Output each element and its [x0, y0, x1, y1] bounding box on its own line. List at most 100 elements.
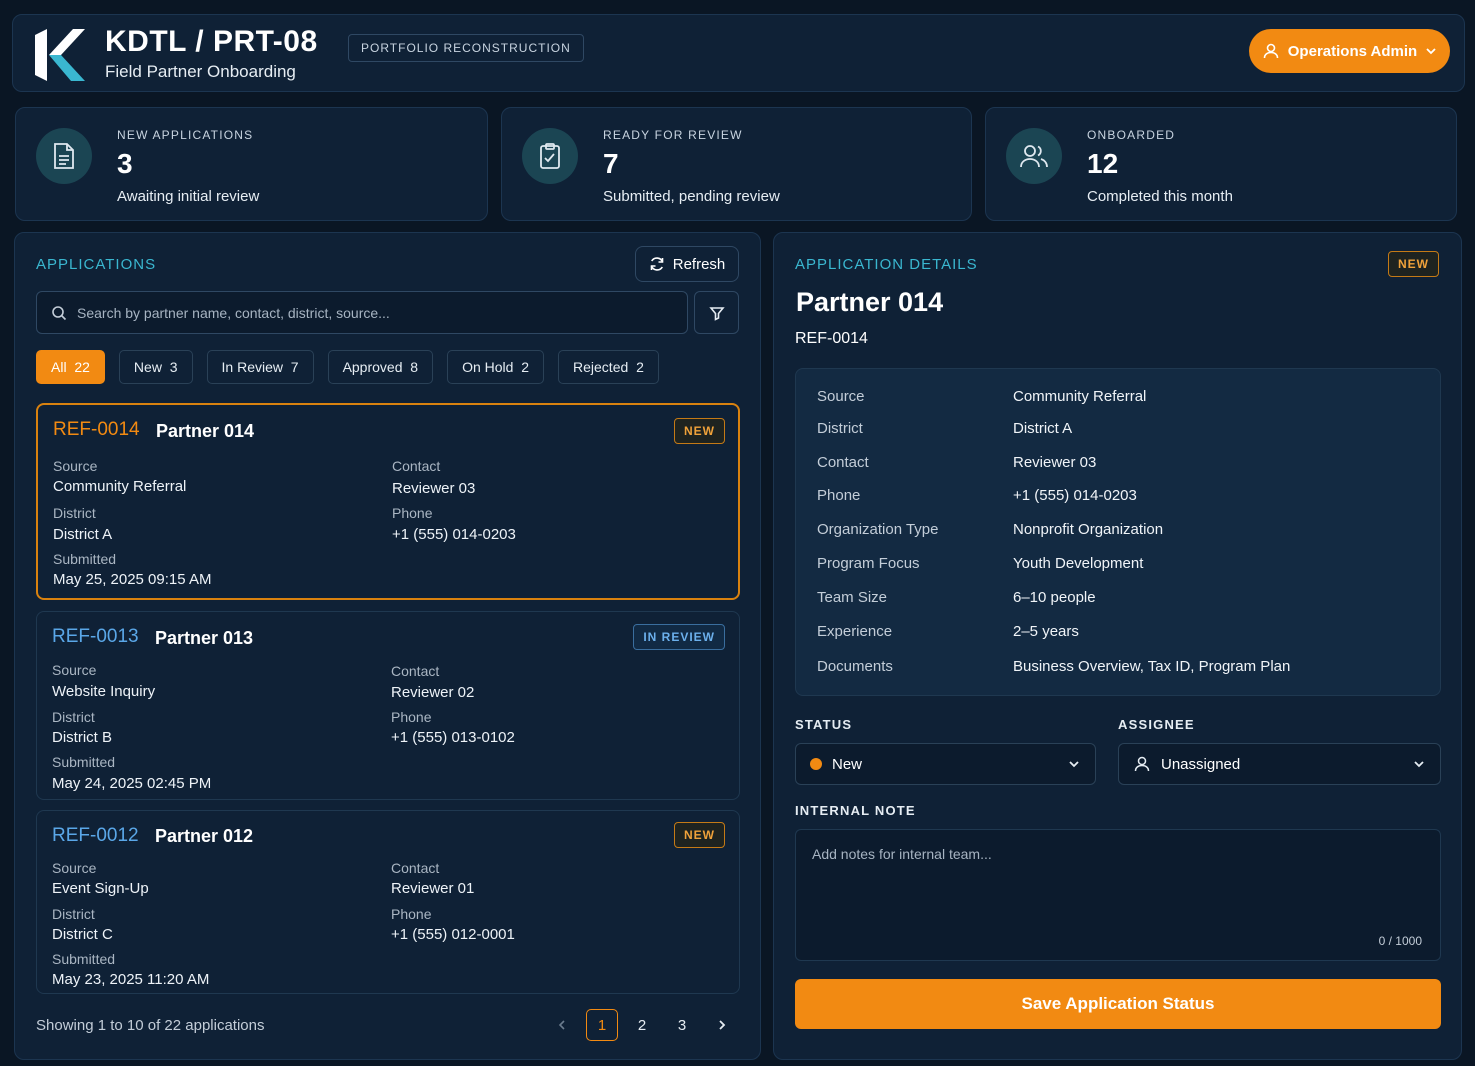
application-ref: REF-0013	[52, 626, 139, 647]
field-label: Submitted	[52, 951, 116, 967]
user-icon	[1134, 756, 1150, 772]
filter-chip-all[interactable]: All 22	[36, 350, 105, 384]
application-card[interactable]: REF-0014 Partner 014 NEW Source Communit…	[36, 403, 740, 600]
partner-name: Partner 014	[796, 287, 944, 317]
status-badge: NEW	[674, 822, 725, 848]
stat-label: NEW APPLICATIONS	[117, 128, 254, 142]
applications-panel: APPLICATIONS Refresh All 22 New 3 In Rev…	[14, 232, 761, 1060]
status-badge: IN REVIEW	[633, 624, 725, 650]
search-icon	[52, 305, 67, 320]
internal-note-textarea[interactable]	[796, 830, 1440, 960]
application-ref: REF-0014	[53, 419, 140, 440]
character-counter: 0 / 1000	[1378, 934, 1422, 948]
stat-value: 7	[603, 148, 619, 179]
stat-description: Completed this month	[1087, 188, 1233, 205]
internal-note-label: INTERNAL NOTE	[795, 803, 916, 818]
page-button-2[interactable]: 2	[626, 1009, 658, 1041]
field-value: Reviewer 01	[391, 880, 475, 897]
field-label: Source	[52, 860, 97, 876]
chevron-down-icon	[1414, 761, 1424, 768]
stat-label: ONBOARDED	[1087, 128, 1176, 142]
partner-ref: REF-0014	[795, 330, 868, 347]
app-subtitle: Field Partner Onboarding	[105, 62, 296, 81]
project-tag: PORTFOLIO RECONSTRUCTION	[348, 34, 584, 62]
filter-chip-on-hold[interactable]: On Hold 2	[447, 350, 545, 384]
status-select[interactable]: New	[795, 743, 1096, 785]
field-value: +1 (555) 013-0102	[391, 729, 515, 746]
status-badge: NEW	[674, 418, 725, 444]
search-box[interactable]	[36, 291, 688, 334]
app-title: KDTL / PRT-08	[105, 25, 318, 58]
search-input[interactable]	[77, 304, 657, 321]
status-select-value: New	[832, 755, 863, 773]
stat-description: Awaiting initial review	[117, 188, 260, 205]
filter-button[interactable]	[694, 291, 739, 334]
assignee-select[interactable]: Unassigned	[1118, 743, 1441, 785]
document-icon	[36, 128, 92, 184]
refresh-button[interactable]: Refresh	[635, 246, 739, 282]
users-icon	[1006, 128, 1062, 184]
status-dot-icon	[810, 758, 822, 770]
assignee-select-value: Unassigned	[1161, 755, 1241, 773]
field-value: Community Referral	[53, 478, 187, 495]
application-card[interactable]: REF-0012 Partner 012 NEW Source Event Si…	[36, 810, 740, 994]
stat-card-new: NEW APPLICATIONS 3 Awaiting initial revi…	[15, 107, 488, 221]
user-icon	[1263, 43, 1279, 59]
details-title: APPLICATION DETAILS	[795, 256, 978, 273]
filter-chip-approved[interactable]: Approved 8	[327, 350, 434, 384]
application-details-panel: APPLICATION DETAILS NEW Partner 014 REF-…	[773, 232, 1462, 1060]
stat-card-review: READY FOR REVIEW 7 Submitted, pending re…	[501, 107, 972, 221]
filter-chip-in-review[interactable]: In Review 7	[206, 350, 314, 384]
field-value: District C	[52, 926, 113, 943]
field-value: Reviewer 03	[392, 480, 476, 497]
status-badge: NEW	[1388, 251, 1439, 277]
page-button-3[interactable]: 3	[666, 1009, 698, 1041]
field-value: +1 (555) 012-0001	[391, 926, 515, 943]
stat-card-onboarded: ONBOARDED 12 Completed this month	[985, 107, 1457, 221]
field-label: Contact	[391, 860, 440, 876]
save-application-status-button[interactable]: Save Application Status	[795, 979, 1441, 1029]
refresh-label: Refresh	[672, 255, 726, 273]
stat-value: 3	[117, 148, 133, 179]
field-label: Source	[52, 662, 97, 678]
page-button-1[interactable]: 1	[586, 1009, 618, 1041]
field-value: +1 (555) 014-0203	[392, 526, 516, 543]
status-filter-tabs: All 22 New 3 In Review 7 Approved 8 On H…	[36, 350, 659, 384]
user-menu-button[interactable]: Operations Admin	[1249, 29, 1450, 73]
filter-chip-new[interactable]: New 3	[118, 350, 193, 384]
field-value: Website Inquiry	[52, 683, 156, 700]
field-label: Contact	[391, 663, 440, 679]
chevron-left-icon	[558, 1020, 565, 1030]
field-label: Submitted	[53, 551, 117, 567]
stat-value: 12	[1087, 148, 1119, 179]
internal-note-box: 0 / 1000	[795, 829, 1441, 961]
filter-chip-rejected[interactable]: Rejected 2	[558, 350, 659, 384]
prev-page-button[interactable]	[546, 1009, 578, 1041]
status-label: STATUS	[795, 717, 853, 732]
chevron-down-icon	[1426, 48, 1436, 55]
assignee-label: ASSIGNEE	[1118, 717, 1195, 732]
user-menu-label: Operations Admin	[1287, 42, 1418, 60]
refresh-icon	[650, 257, 664, 271]
field-label: Phone	[391, 906, 432, 922]
details-info-box: Source Community Referral District Distric…	[795, 368, 1441, 696]
field-value: May 25, 2025 09:15 AM	[53, 571, 212, 588]
application-name: Partner 012	[155, 826, 254, 846]
applications-title: APPLICATIONS	[36, 256, 157, 273]
field-label: District	[53, 505, 96, 521]
next-page-button[interactable]	[706, 1009, 738, 1041]
field-value: District B	[52, 729, 112, 746]
field-value: Event Sign-Up	[52, 880, 149, 897]
clipboard-check-icon	[522, 128, 578, 184]
application-card[interactable]: REF-0013 Partner 013 IN REVIEW Source We…	[36, 611, 740, 800]
field-label: District	[52, 906, 95, 922]
k-logo-icon	[35, 29, 85, 81]
field-label: Source	[53, 458, 98, 474]
chevron-down-icon	[1069, 761, 1079, 768]
chevron-right-icon	[719, 1020, 726, 1030]
application-ref: REF-0012	[52, 825, 139, 846]
field-value: May 24, 2025 02:45 PM	[52, 775, 212, 792]
field-value: Reviewer 02	[391, 684, 475, 701]
app-header: KDTL / PRT-08 Field Partner Onboarding P…	[12, 14, 1465, 92]
field-value: May 23, 2025 11:20 AM	[52, 971, 210, 988]
